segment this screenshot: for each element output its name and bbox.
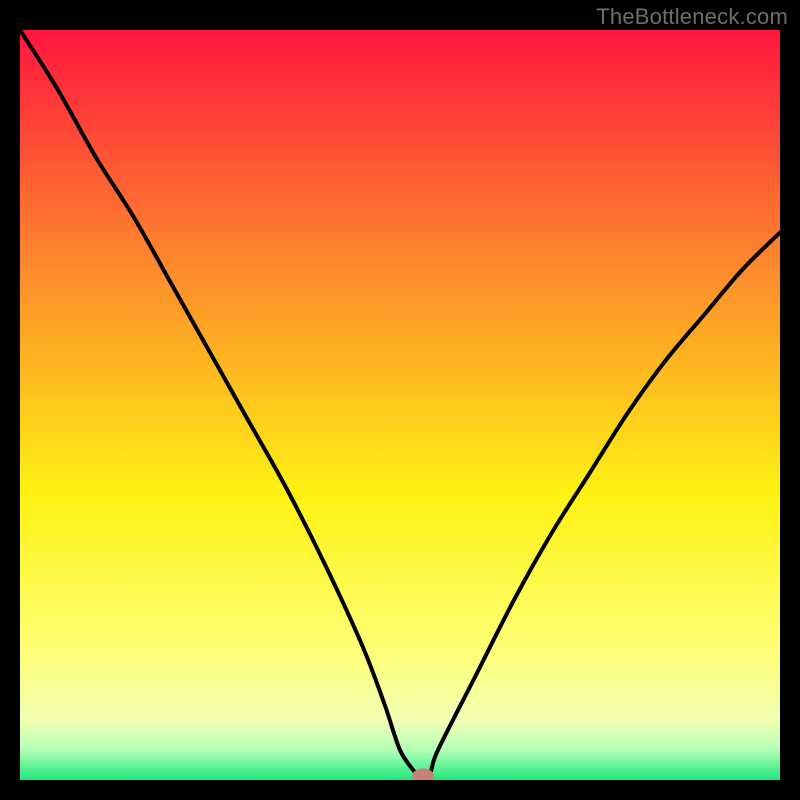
watermark-label: TheBottleneck.com (596, 4, 788, 30)
chart-container: TheBottleneck.com (0, 0, 800, 800)
bottleneck-curve (20, 30, 780, 780)
plot-area (20, 30, 780, 780)
optimal-point-marker (412, 769, 434, 781)
